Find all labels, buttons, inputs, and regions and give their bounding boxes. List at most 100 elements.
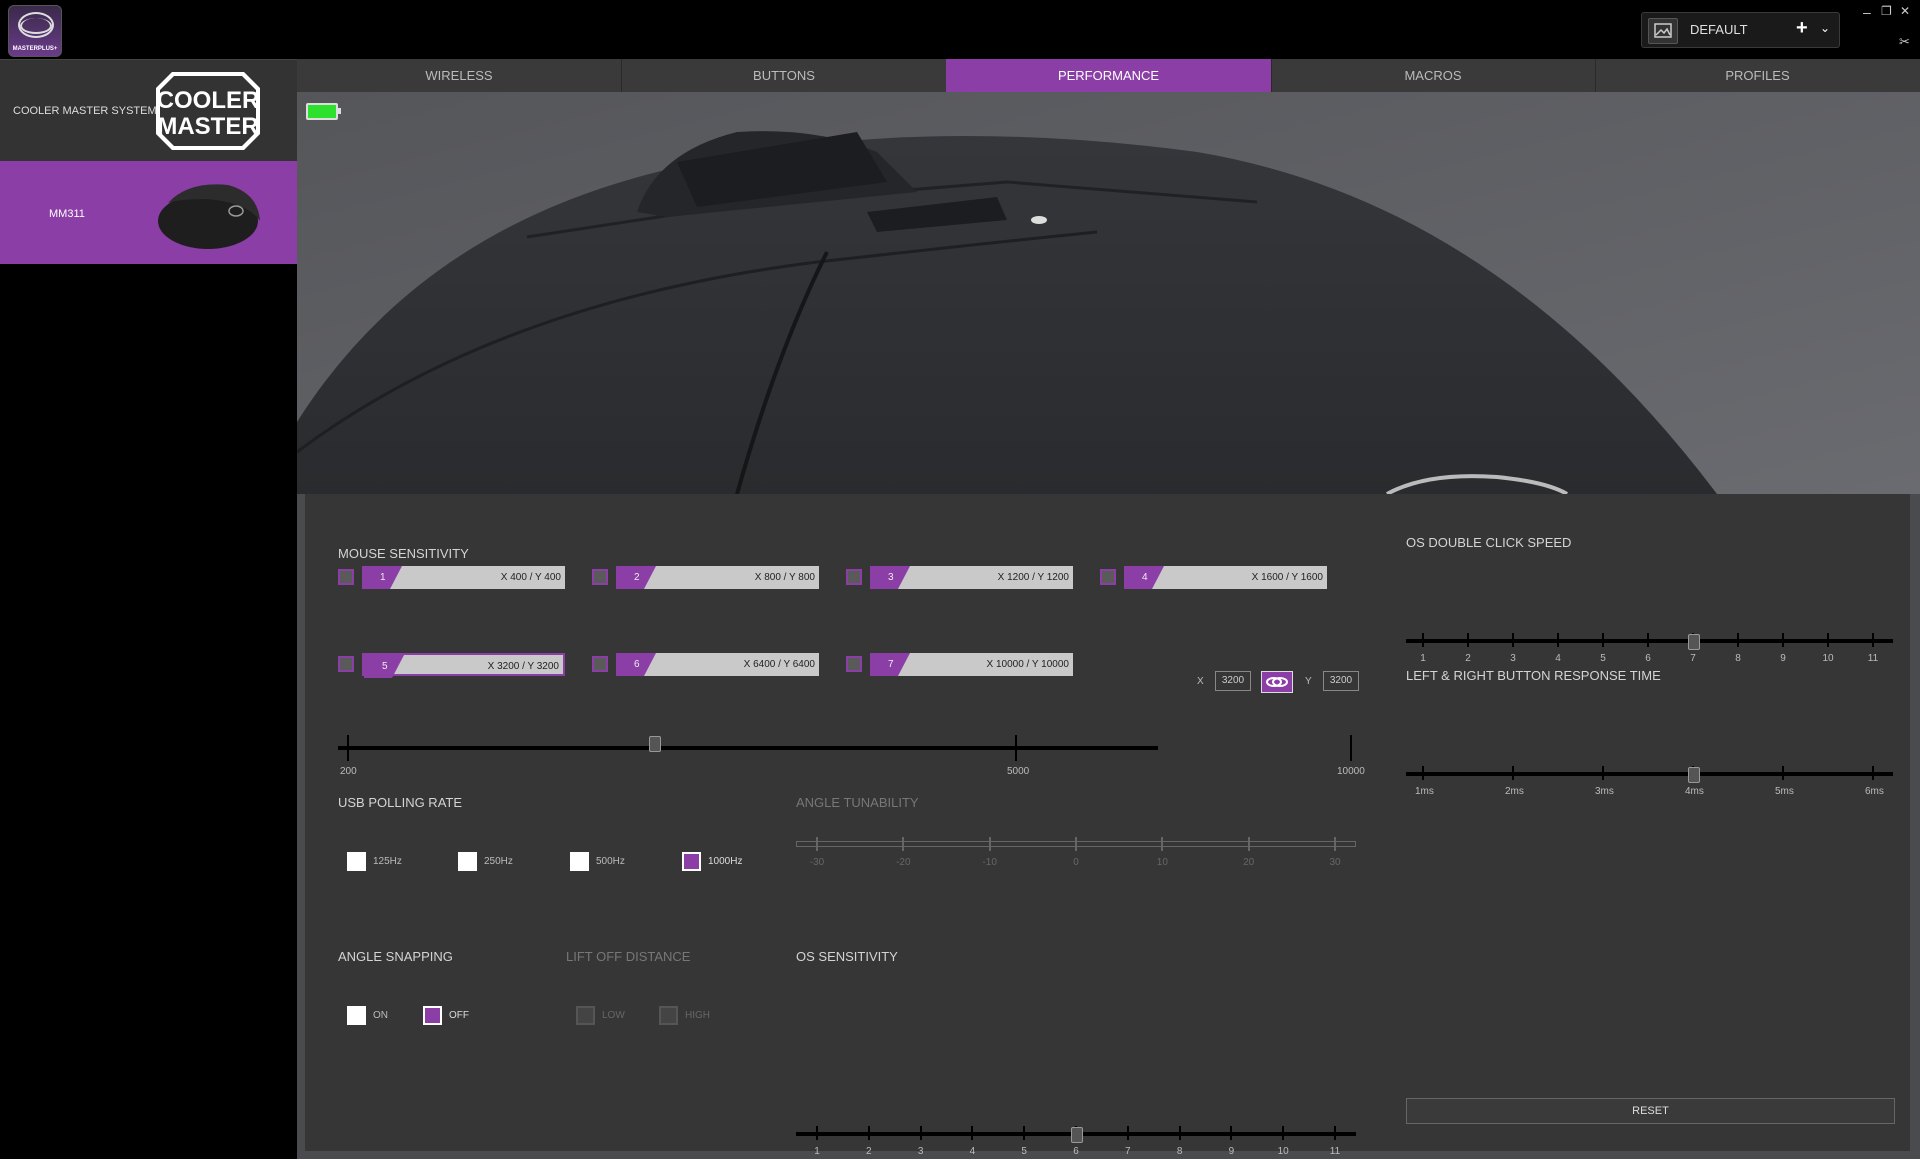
add-profile-icon[interactable]: +	[1796, 17, 1808, 40]
dpi-level-2-checkbox[interactable]	[592, 569, 608, 585]
angle-tunability-tick	[988, 837, 991, 851]
dpi-level-number: 5	[364, 655, 404, 678]
double-click-label: 3	[1510, 653, 1516, 664]
restore-icon[interactable]: ❐	[1881, 4, 1892, 18]
dpi-slider-handle[interactable]	[649, 736, 662, 752]
dpi-slider-label-min: 200	[340, 766, 357, 777]
dpi-y-input[interactable]: 3200	[1323, 671, 1359, 691]
os-sensitivity-handle[interactable]	[1071, 1127, 1083, 1143]
profile-selector[interactable]: DEFAULT + ⌄	[1641, 12, 1840, 48]
angle-snapping-off-checkbox[interactable]	[423, 1006, 442, 1025]
tab-performance[interactable]: PERFORMANCE	[946, 59, 1272, 92]
double-click-handle[interactable]	[1688, 634, 1700, 650]
dpi-level-6-checkbox[interactable]	[592, 656, 608, 672]
dpi-level-4[interactable]: 4 X 1600 / Y 1600	[1124, 566, 1327, 589]
double-click-tick	[1872, 633, 1874, 647]
double-click-label: 11	[1867, 653, 1879, 664]
os-sensitivity-tick	[1334, 1126, 1336, 1140]
response-time-label: 4ms	[1685, 786, 1704, 797]
dpi-level-3[interactable]: 3 X 1200 / Y 1200	[870, 566, 1073, 589]
os-sensitivity-tick	[867, 1126, 870, 1140]
dpi-level-number: 6	[616, 653, 656, 676]
double-click-label: 8	[1735, 653, 1741, 664]
dpi-level-1-checkbox[interactable]	[338, 569, 354, 585]
tab-wireless[interactable]: WIRELESS	[297, 59, 622, 92]
os-sensitivity-label: 1	[814, 1146, 820, 1157]
os-sensitivity-label: 5	[1021, 1146, 1027, 1157]
reset-button[interactable]: RESET	[1406, 1098, 1895, 1124]
close-icon[interactable]: ✕	[1900, 4, 1910, 18]
dpi-level-1[interactable]: 1 X 400 / Y 400	[362, 566, 565, 589]
battery-icon	[306, 103, 341, 120]
response-time-track[interactable]	[1406, 772, 1893, 776]
dpi-level-7[interactable]: 7 X 10000 / Y 10000	[870, 653, 1073, 676]
logo-line-1: COOLER	[157, 87, 260, 114]
masterplus-logo: MASTERPLUS+	[8, 5, 62, 57]
dpi-level-4-checkbox[interactable]	[1100, 569, 1116, 585]
response-time-label: 6ms	[1865, 786, 1884, 797]
sidebar: COOLER MASTER SYSTEM COOLER MASTER MM311	[0, 59, 297, 1159]
os-sensitivity-tick	[816, 1126, 818, 1140]
y-axis-label: Y	[1305, 676, 1312, 687]
response-time-handle[interactable]	[1688, 767, 1700, 783]
dpi-level-number: 1	[362, 566, 402, 589]
lift-off-low-checkbox[interactable]	[576, 1006, 595, 1025]
angle-tunability-tick	[1075, 837, 1077, 851]
polling-250-label: 250Hz	[484, 856, 513, 867]
double-click-tick	[1467, 633, 1469, 647]
dpi-slider-label-mid: 5000	[1007, 766, 1030, 777]
angle-snapping-off-label: OFF	[449, 1010, 469, 1021]
lift-off-high-checkbox[interactable]	[659, 1006, 678, 1025]
minimize-icon[interactable]: –	[1863, 4, 1871, 20]
settings-panel: MOUSE SENSITIVITY 1 X 400 / Y 400 2 X 800 …	[305, 494, 1910, 1157]
angle-tunability-title: ANGLE TUNABILITY	[796, 795, 919, 810]
dpi-level-number: 7	[870, 653, 910, 676]
dpi-x-input[interactable]: 3200	[1215, 671, 1251, 691]
lift-off-high-label: HIGH	[685, 1010, 710, 1021]
response-time-tick	[1422, 766, 1424, 780]
response-time-label: 2ms	[1505, 786, 1524, 797]
tab-profiles[interactable]: PROFILES	[1595, 59, 1920, 92]
dpi-level-5[interactable]: 5 X 3200 / Y 3200	[362, 653, 565, 678]
dpi-level-2[interactable]: 2 X 800 / Y 800	[616, 566, 819, 589]
dpi-level-value: X 400 / Y 400	[500, 572, 561, 583]
response-time-tick	[1602, 766, 1604, 780]
double-click-tick	[1647, 633, 1649, 647]
os-sensitivity-tick	[1282, 1126, 1285, 1140]
dpi-slider-track[interactable]	[338, 746, 1158, 750]
chevron-down-icon[interactable]: ⌄	[1820, 21, 1830, 35]
tab-macros[interactable]: MACROS	[1271, 59, 1596, 92]
link-xy-icon[interactable]	[1261, 671, 1293, 693]
dpi-level-3-checkbox[interactable]	[846, 569, 862, 585]
device-label: MM311	[49, 208, 85, 220]
double-click-tick	[1512, 633, 1514, 647]
mouse-hero-image	[297, 92, 1920, 494]
sidebar-item-system[interactable]: COOLER MASTER SYSTEM COOLER MASTER	[0, 59, 297, 162]
cooler-master-logo: COOLER MASTER	[156, 72, 260, 150]
polling-1000-label: 1000Hz	[708, 856, 743, 867]
dpi-level-value: X 6400 / Y 6400	[743, 659, 815, 670]
tab-buttons[interactable]: BUTTONS	[622, 59, 947, 92]
response-time-tick	[1512, 766, 1514, 780]
profile-image-icon[interactable]	[1648, 18, 1678, 44]
double-click-label: 9	[1780, 653, 1786, 664]
polling-250-checkbox[interactable]	[458, 852, 477, 871]
tools-icon[interactable]: ✂	[1899, 34, 1910, 50]
angle-tunability-label: 0	[1073, 857, 1079, 868]
dpi-level-6[interactable]: 6 X 6400 / Y 6400	[616, 653, 819, 676]
dpi-level-7-checkbox[interactable]	[846, 656, 862, 672]
double-click-label: 4	[1555, 653, 1561, 664]
polling-125-checkbox[interactable]	[347, 852, 366, 871]
dpi-level-number: 3	[870, 566, 910, 589]
double-click-track[interactable]	[1406, 639, 1893, 643]
polling-1000-checkbox[interactable]	[682, 852, 701, 871]
dpi-slider-tick	[1015, 735, 1017, 761]
double-click-label: 5	[1600, 653, 1606, 664]
angle-snapping-on-checkbox[interactable]	[347, 1006, 366, 1025]
dpi-level-value: X 1200 / Y 1200	[997, 572, 1069, 583]
dpi-level-5-checkbox[interactable]	[338, 656, 354, 672]
sidebar-item-device[interactable]: MM311	[0, 161, 297, 264]
dpi-level-value: X 800 / Y 800	[754, 572, 815, 583]
os-sensitivity-label: 7	[1125, 1146, 1131, 1157]
polling-500-checkbox[interactable]	[570, 852, 589, 871]
